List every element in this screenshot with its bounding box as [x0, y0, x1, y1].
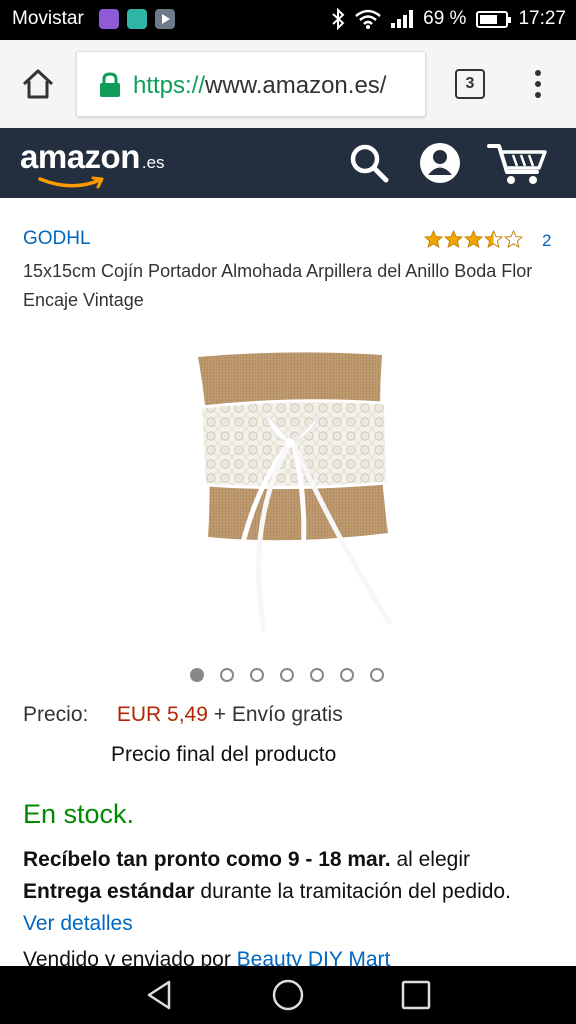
star-icon [464, 230, 483, 248]
url-text: https://www.amazon.es/ [133, 72, 386, 100]
url-host: www.amazon.es/ [205, 72, 387, 99]
status-bar: Movistar 69 % 17:27 [0, 0, 576, 40]
battery-percent: 69 % [423, 8, 467, 29]
notification-app-icon [99, 9, 119, 29]
notification-camera-icon [127, 9, 147, 29]
clock: 17:27 [518, 8, 566, 29]
carousel-dot[interactable] [220, 668, 234, 682]
delivery-suffix: durante la tramitación del pedido. [200, 880, 511, 903]
rating-stars[interactable] [424, 230, 523, 248]
tab-switcher-button[interactable]: 3 [455, 69, 485, 99]
carousel-dot[interactable] [370, 668, 384, 682]
carousel-dot[interactable] [250, 668, 264, 682]
address-bar[interactable]: https://www.amazon.es/ [76, 51, 426, 117]
delivery-date: Recíbelo tan pronto como 9 - 18 mar. [23, 848, 391, 871]
carousel-dot[interactable] [190, 668, 204, 682]
account-icon[interactable] [417, 140, 463, 186]
overflow-menu-icon[interactable] [530, 68, 546, 100]
smile-arrow-icon [38, 176, 104, 189]
image-carousel-dots[interactable] [190, 668, 384, 682]
brand-link[interactable]: GODHL [23, 228, 91, 250]
home-nav-icon[interactable] [271, 978, 305, 1012]
star-icon [424, 230, 443, 248]
lock-icon [100, 72, 120, 97]
site-header: amazon .es [0, 128, 576, 198]
battery-icon [476, 10, 512, 28]
recents-icon[interactable] [399, 978, 433, 1012]
shipping-text: + Envío gratis [213, 703, 343, 726]
search-icon[interactable] [346, 140, 392, 186]
view-details-link[interactable]: Ver detalles [23, 912, 133, 935]
carousel-dot[interactable] [340, 668, 354, 682]
price-label: Precio: [23, 703, 89, 726]
product-title: 15x15cm Cojín Portador Almohada Arpiller… [23, 261, 533, 310]
wifi-icon [355, 9, 381, 29]
system-nav-bar [0, 966, 576, 1024]
notification-play-icon [155, 9, 175, 29]
back-icon[interactable] [143, 978, 177, 1012]
url-scheme: https:// [133, 72, 206, 99]
star-icon [484, 230, 503, 248]
bluetooth-icon [332, 8, 345, 30]
price-row: Precio: EUR 5,49 + Envío gratis [23, 703, 343, 727]
browser-toolbar: https://www.amazon.es/ 3 [0, 40, 576, 128]
delivery-info: Recíbelo tan pronto como 9 - 18 mar. al … [23, 844, 543, 940]
cart-icon[interactable] [487, 140, 549, 186]
star-icon [444, 230, 463, 248]
carrier-name: Movistar [12, 8, 84, 29]
product-image[interactable] [190, 345, 395, 635]
review-count-link[interactable]: 2 [542, 231, 551, 251]
star-icon [504, 230, 523, 248]
delivery-option: Entrega estándar [23, 880, 195, 903]
signal-icon [391, 10, 414, 28]
delivery-mid: al elegir [396, 848, 470, 871]
home-icon[interactable] [18, 64, 58, 104]
carousel-dot[interactable] [280, 668, 294, 682]
price-note: Precio final del producto [111, 743, 337, 766]
amazon-logo[interactable]: amazon .es [20, 138, 165, 189]
price-value: EUR 5,49 [116, 703, 208, 726]
stock-status: En stock. [23, 799, 135, 829]
carousel-dot[interactable] [310, 668, 324, 682]
